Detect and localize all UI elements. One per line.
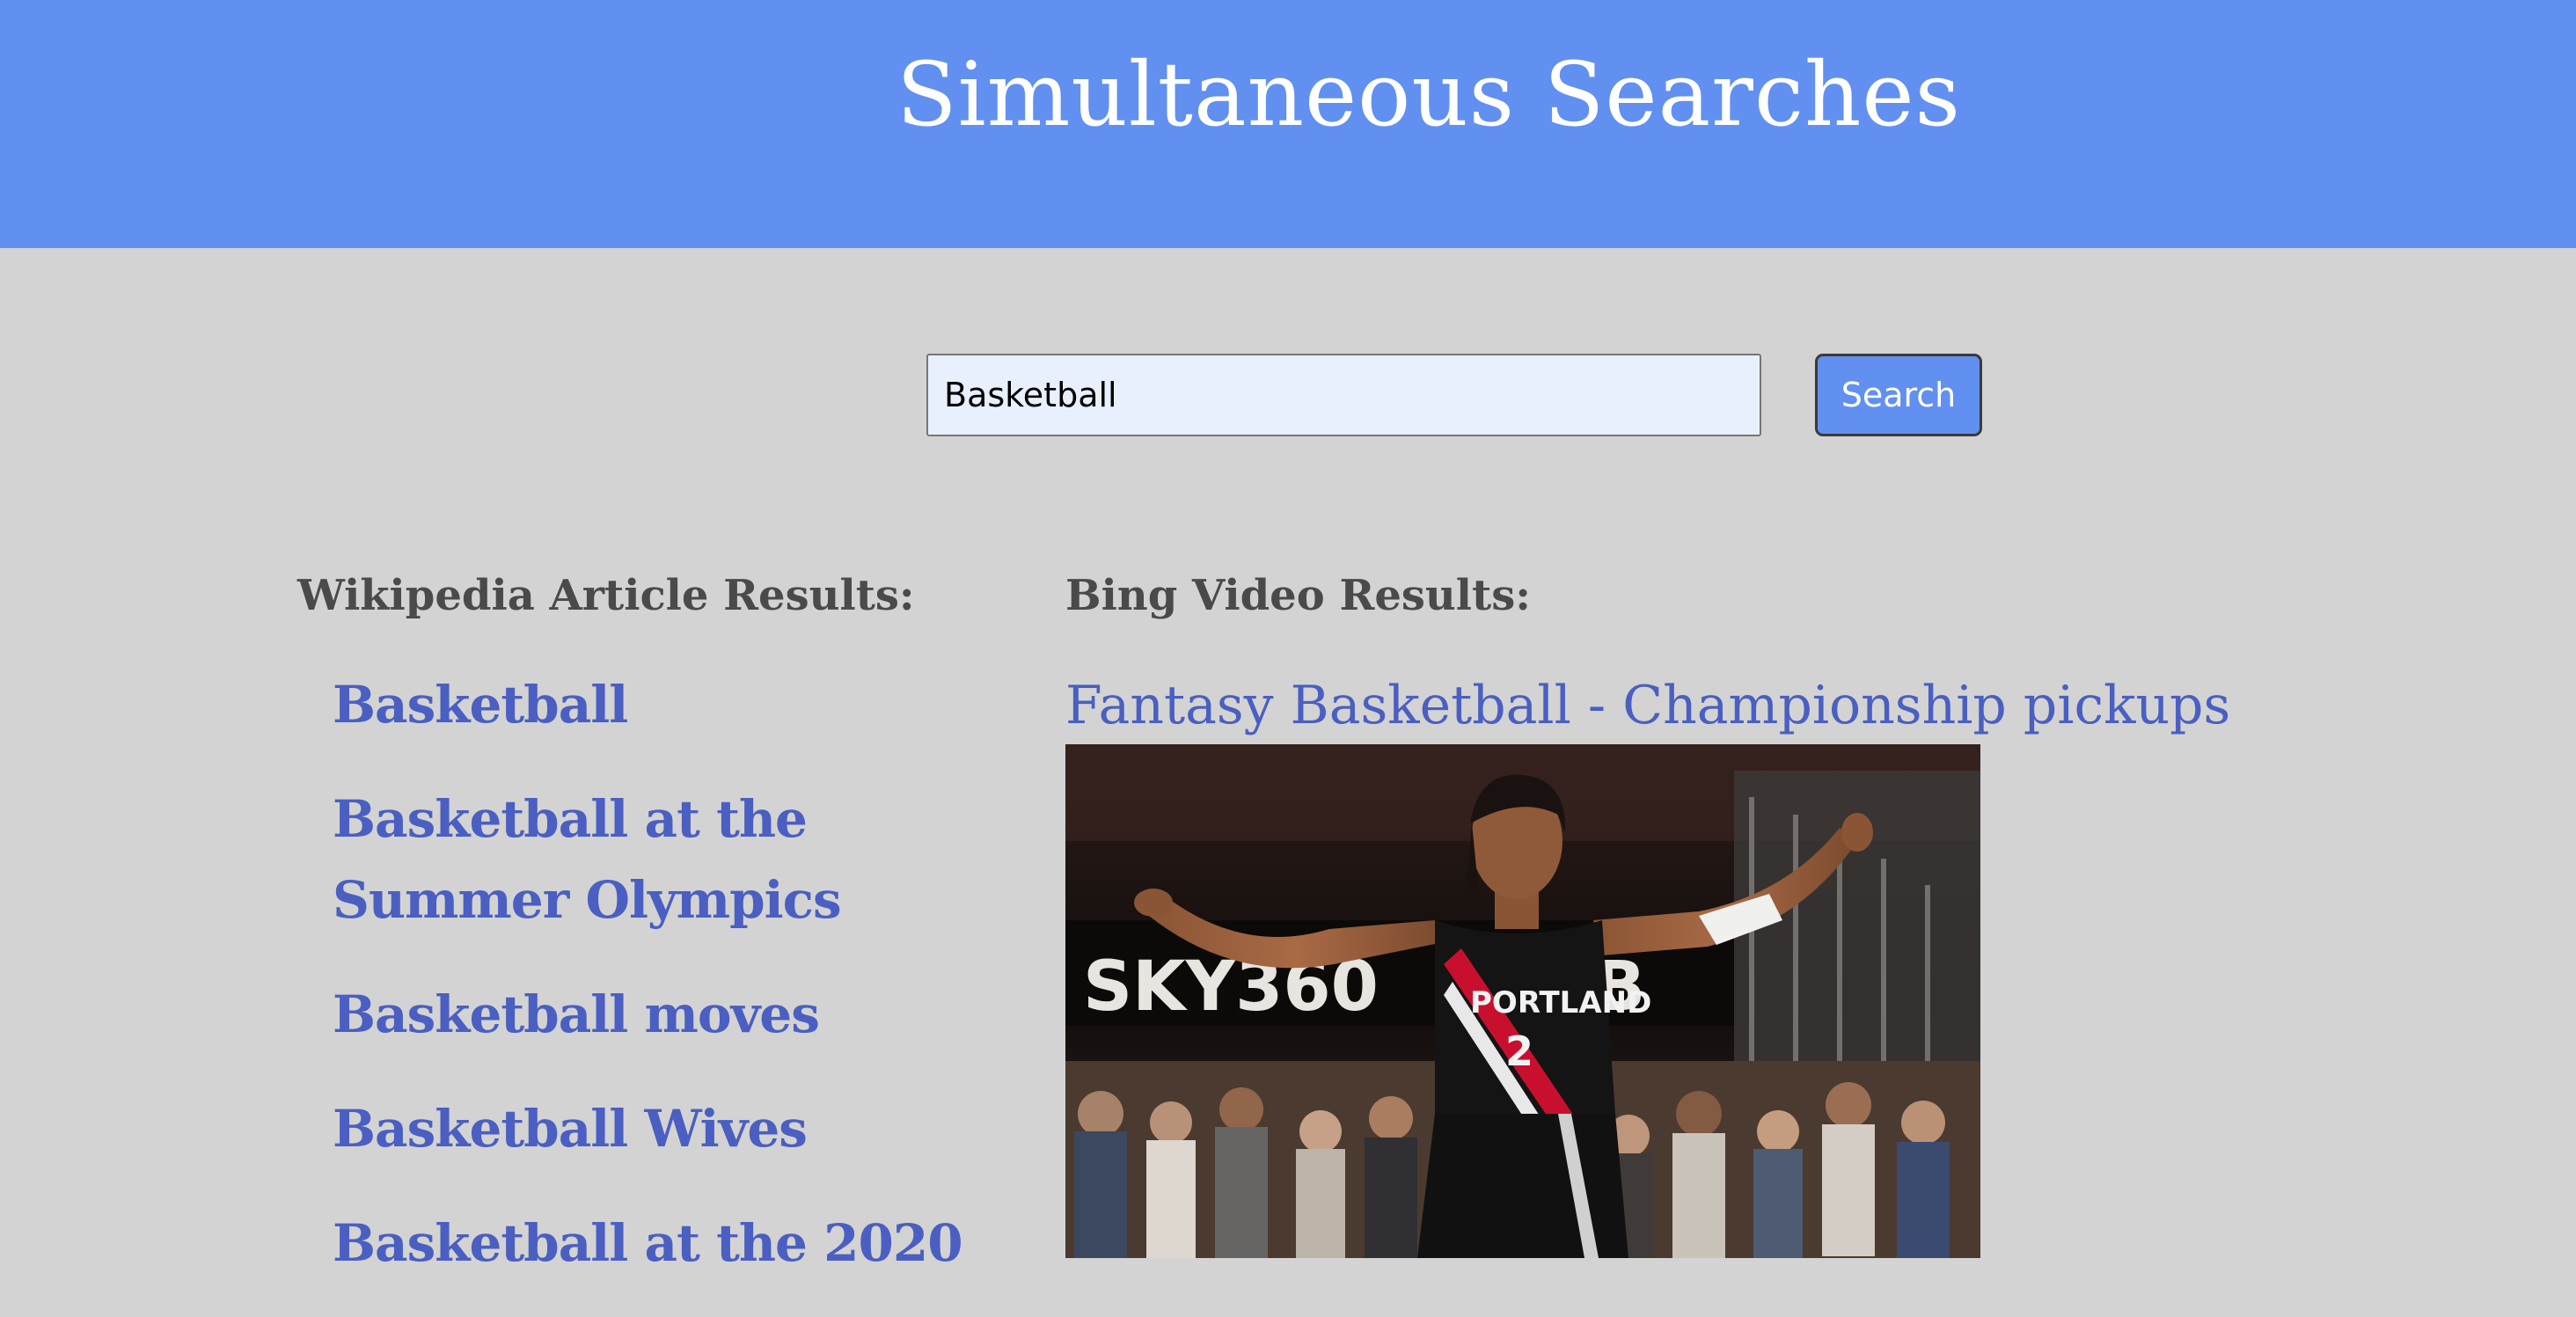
jersey-team-text: PORTLAND (1470, 985, 1651, 1021)
bing-video-results-heading: Bing Video Results: (1065, 571, 1531, 620)
wikipedia-results-list: Basketball Basketball at the Summer Olym… (333, 664, 1019, 1317)
search-button[interactable]: Search (1815, 354, 1982, 436)
wikipedia-result-item: Basketball moves (333, 974, 1019, 1055)
video-result-title[interactable]: Fantasy Basketball - Championship pickup… (1065, 670, 2230, 741)
wikipedia-result-item: Basketball (333, 664, 1019, 745)
wikipedia-result-link[interactable]: Basketball moves (333, 984, 820, 1044)
wikipedia-result-link[interactable]: Basketball at the 2020 (333, 1213, 963, 1273)
site-title: Simultaneous Searches (896, 43, 1961, 146)
wikipedia-result-link[interactable]: Basketball Wives (333, 1099, 808, 1159)
wikipedia-result-item: Basketball at the 2020 (333, 1203, 1019, 1284)
search-input[interactable] (926, 354, 1761, 436)
wikipedia-result-link[interactable]: Basketball (333, 675, 628, 735)
wikipedia-result-item: Basketball at the Summer Olympics (333, 779, 1019, 940)
wikipedia-result-item: Basketball Wives (333, 1088, 1019, 1169)
video-thumbnail-image: SKY360 B PORTLAND 2 (1065, 744, 1980, 1258)
wikipedia-result-link[interactable]: Basketball at the Summer Olympics (333, 789, 842, 930)
wikipedia-results-heading: Wikipedia Article Results: (297, 571, 915, 620)
jersey-number-text: 2 (1505, 1028, 1533, 1075)
video-thumbnail[interactable]: SKY360 B PORTLAND 2 (1065, 744, 1980, 1258)
page-header: Simultaneous Searches (0, 0, 2576, 248)
